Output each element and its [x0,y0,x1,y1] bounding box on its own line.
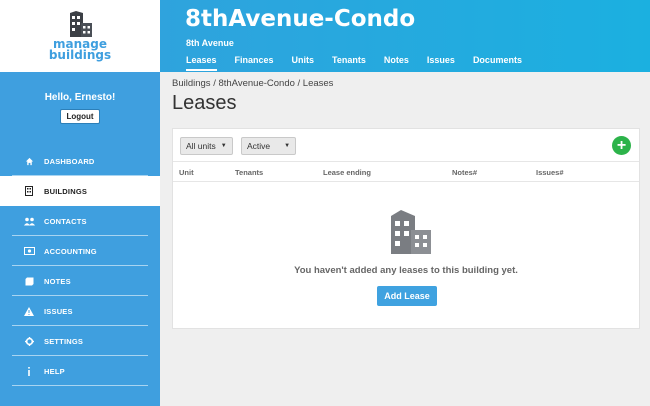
tab-documents[interactable]: Documents [473,55,522,71]
building-icon [22,186,36,196]
column-tenants[interactable]: Tenants [235,168,263,177]
units-filter-value: All units [186,141,216,151]
sidebar-item-dashboard[interactable]: DASHBOARD [0,146,160,176]
home-icon [22,157,36,166]
building-address: 8th Avenue [186,38,234,48]
tab-notes[interactable]: Notes [384,55,409,71]
sidebar-item-label: SETTINGS [44,336,84,346]
column-notes[interactable]: Notes# [452,168,477,177]
breadcrumb[interactable]: Buildings / 8thAvenue-Condo / Leases [172,78,333,89]
sidebar-item-notes[interactable]: NOTES [0,266,160,296]
table-header: Unit Tenants Lease ending Notes# Issues# [173,162,639,182]
sidebar-item-settings[interactable]: SETTINGS [0,326,160,356]
sidebar-nav: DASHBOARD BUILDINGS CONTACTS ACCOUNTING … [0,146,160,386]
sidebar-item-label: NOTES [44,276,71,286]
sidebar-item-label: ACCOUNTING [44,246,97,256]
sidebar-item-label: DASHBOARD [44,156,95,166]
money-icon [22,247,36,255]
sidebar-item-label: HELP [44,366,65,376]
page-title: Leases [172,92,237,114]
sidebar-item-label: CONTACTS [44,216,87,226]
sidebar: manage buildings Hello, Ernesto! Logout … [0,0,160,406]
column-issues[interactable]: Issues# [536,168,564,177]
sidebar-item-contacts[interactable]: CONTACTS [0,206,160,236]
add-lease-plus-button[interactable]: + [612,136,631,155]
caret-down-icon: ▼ [220,143,227,149]
building-tabs: Leases Finances Units Tenants Notes Issu… [186,55,540,71]
buildings-icon [391,210,431,254]
leases-panel: All units ▼ Active ▼ + Unit Tenants Leas… [172,128,640,329]
sidebar-item-issues[interactable]: ISSUES [0,296,160,326]
sidebar-item-accounting[interactable]: ACCOUNTING [0,236,160,266]
status-filter-value: Active [247,141,271,151]
sidebar-item-label: ISSUES [44,306,73,316]
units-filter-select[interactable]: All units ▼ [180,137,233,155]
logo[interactable]: manage buildings [0,0,160,72]
tab-leases[interactable]: Leases [186,55,217,71]
caret-down-icon: ▼ [284,143,291,149]
sidebar-item-label: BUILDINGS [44,186,88,196]
sidebar-item-buildings[interactable]: BUILDINGS [0,176,160,206]
tab-issues[interactable]: Issues [427,55,455,71]
gear-icon [22,336,36,346]
building-header: 8thAvenue-Condo 8th Avenue Leases Financ… [160,0,650,72]
greeting: Hello, Ernesto! [44,92,116,103]
filter-toolbar: All units ▼ Active ▼ + [173,129,639,162]
column-lease-ending[interactable]: Lease ending [323,168,371,177]
empty-state-message: You haven't added any leases to this bui… [294,265,518,276]
sidebar-item-help[interactable]: HELP [0,356,160,386]
buildings-logo-icon [70,11,92,37]
tab-finances[interactable]: Finances [235,55,274,71]
status-filter-select[interactable]: Active ▼ [241,137,297,155]
tab-units[interactable]: Units [292,55,315,71]
warning-icon [22,306,36,316]
note-icon [22,277,36,286]
logo-text: manage buildings [48,37,112,62]
logout-button[interactable]: Logout [60,109,100,124]
tab-tenants[interactable]: Tenants [332,55,366,71]
people-icon [22,217,36,226]
column-unit[interactable]: Unit [179,168,194,177]
add-lease-button[interactable]: Add Lease [377,286,437,306]
info-icon [22,366,36,376]
building-title: 8thAvenue-Condo [185,6,416,32]
